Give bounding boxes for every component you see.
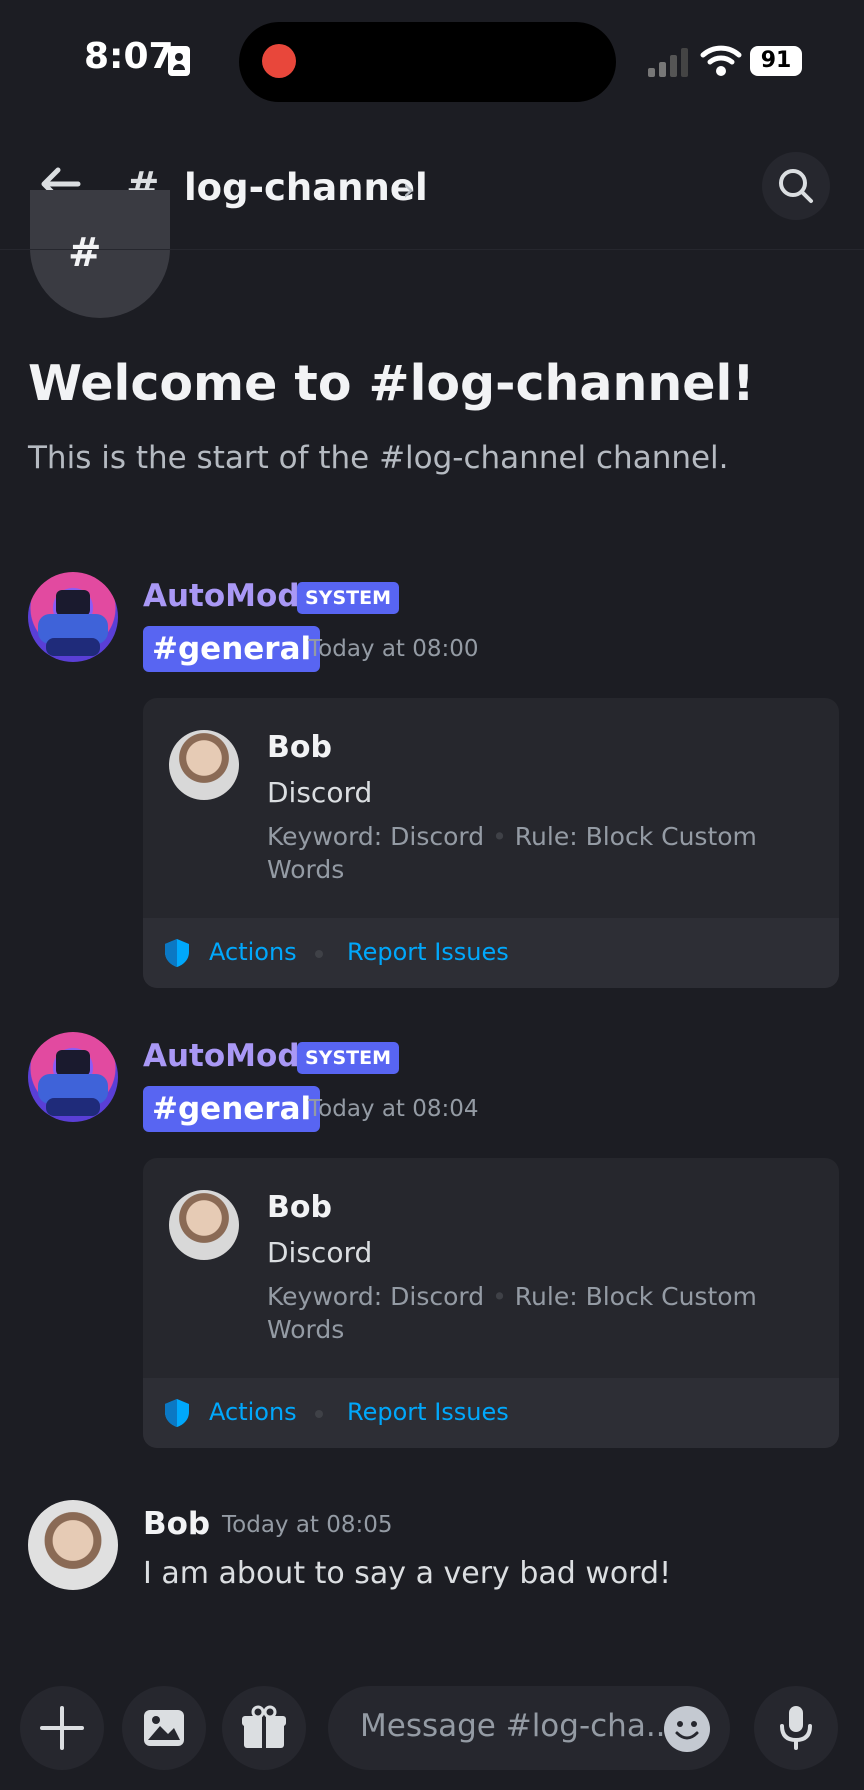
rule-label-cont: Words xyxy=(267,1315,345,1344)
message-timestamp: Today at 08:04 xyxy=(308,1096,479,1122)
gift-icon xyxy=(242,1705,286,1748)
embed-content: Discord xyxy=(267,1236,373,1269)
message-input-placeholder: Message #log-cha.. xyxy=(360,1708,666,1744)
rule-label-cont: Words xyxy=(267,855,345,884)
embed-content: Discord xyxy=(267,776,373,809)
embed-footer: Actions Report Issues xyxy=(143,918,839,988)
add-button[interactable] xyxy=(20,1686,104,1770)
report-issues-link[interactable]: Report Issues xyxy=(347,938,509,966)
message-author[interactable]: AutoMod xyxy=(143,1038,300,1074)
automod-avatar[interactable] xyxy=(28,572,118,662)
cellular-signal-icon xyxy=(648,48,688,77)
separator-dot xyxy=(315,950,323,958)
embed-meta: Keyword: Discord • Rule: Block Custom Wo… xyxy=(267,1282,757,1344)
channel-mention[interactable]: #general xyxy=(143,626,321,672)
wifi-icon xyxy=(700,45,742,76)
message-author[interactable]: Bob xyxy=(143,1506,210,1542)
welcome-title: Welcome to #log-channel! xyxy=(28,355,755,412)
keyword-label: Keyword: Discord xyxy=(267,1282,485,1311)
actions-link[interactable]: Actions xyxy=(209,1398,297,1426)
message-timestamp: Today at 08:00 xyxy=(308,636,479,662)
image-icon xyxy=(144,1710,184,1746)
search-button[interactable] xyxy=(762,152,830,220)
plus-icon xyxy=(40,1706,84,1750)
embed-user-name[interactable]: Bob xyxy=(267,730,332,765)
hash-icon: # xyxy=(68,230,102,276)
separator-dot xyxy=(315,1410,323,1418)
embed-user-name[interactable]: Bob xyxy=(267,1190,332,1225)
message-author[interactable]: AutoMod xyxy=(143,578,300,614)
system-tag: SYSTEM xyxy=(297,582,399,614)
contact-card-icon xyxy=(168,46,190,76)
message-text: I am about to say a very bad word! xyxy=(143,1556,672,1591)
automod-avatar[interactable] xyxy=(28,1032,118,1122)
channel-title[interactable]: log-channel xyxy=(184,166,428,209)
channel-mention[interactable]: #general xyxy=(143,1086,321,1132)
bob-avatar[interactable] xyxy=(28,1500,118,1590)
microphone-icon xyxy=(780,1706,812,1750)
battery-indicator: 91 xyxy=(750,46,802,76)
message-timestamp: Today at 08:05 xyxy=(222,1512,393,1538)
emoji-button[interactable] xyxy=(664,1706,710,1752)
rule-label: Rule: Block Custom xyxy=(514,822,757,851)
automod-embed: Bob Discord Keyword: Discord • Rule: Blo… xyxy=(143,698,839,988)
voice-button[interactable] xyxy=(754,1686,838,1770)
embed-user-avatar[interactable] xyxy=(169,1190,239,1260)
channel-avatar: # xyxy=(30,190,170,318)
report-issues-link[interactable]: Report Issues xyxy=(347,1398,509,1426)
recording-indicator-icon xyxy=(262,44,296,78)
actions-link[interactable]: Actions xyxy=(209,938,297,966)
gift-button[interactable] xyxy=(222,1686,306,1770)
automod-embed: Bob Discord Keyword: Discord • Rule: Blo… xyxy=(143,1158,839,1448)
media-button[interactable] xyxy=(122,1686,206,1770)
keyword-label: Keyword: Discord xyxy=(267,822,485,851)
welcome-subtitle: This is the start of the #log-channel ch… xyxy=(28,440,729,476)
status-time: 8:07 xyxy=(84,36,174,77)
header-divider xyxy=(0,249,864,250)
search-icon xyxy=(779,169,813,203)
chevron-right-icon[interactable]: › xyxy=(402,170,415,208)
rule-label: Rule: Block Custom xyxy=(514,1282,757,1311)
system-tag: SYSTEM xyxy=(297,1042,399,1074)
shield-icon xyxy=(165,939,189,967)
embed-user-avatar[interactable] xyxy=(169,730,239,800)
shield-icon xyxy=(165,1399,189,1427)
embed-meta: Keyword: Discord • Rule: Block Custom Wo… xyxy=(267,822,757,884)
smiley-icon xyxy=(675,1721,699,1740)
embed-footer: Actions Report Issues xyxy=(143,1378,839,1448)
